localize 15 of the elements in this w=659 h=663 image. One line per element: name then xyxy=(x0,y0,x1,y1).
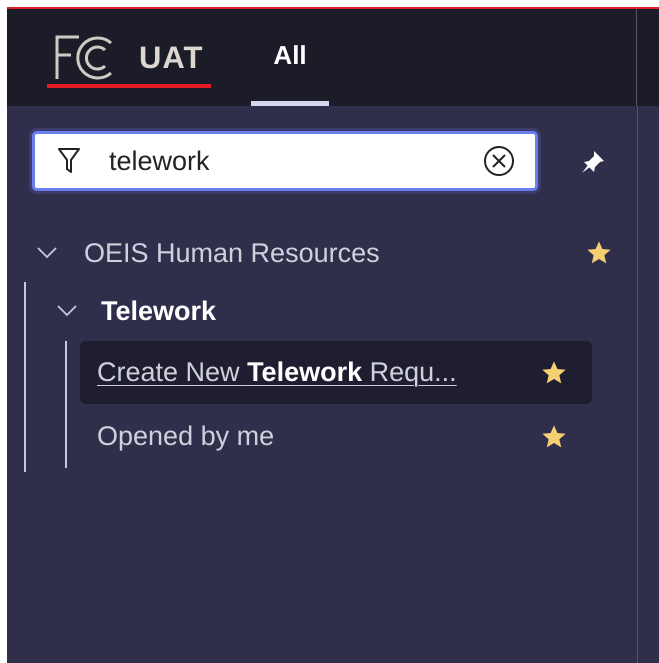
group-label[interactable]: OEIS Human Resources xyxy=(84,238,585,268)
environment-label: UAT xyxy=(139,40,204,76)
clear-button[interactable] xyxy=(483,145,515,177)
tree-item[interactable]: Create New Telework Requ... xyxy=(80,341,592,404)
group-label[interactable]: Telework xyxy=(101,296,592,326)
clear-icon xyxy=(483,145,515,177)
filter-field[interactable]: telework xyxy=(32,131,538,191)
item-label: Opened by me xyxy=(97,421,276,452)
filter-icon xyxy=(57,147,81,175)
filter-input[interactable]: telework xyxy=(107,144,483,178)
chevron-down-icon[interactable] xyxy=(37,247,57,259)
tree-item[interactable]: Opened by me xyxy=(80,405,592,468)
item-label: Create New Telework Requ... xyxy=(97,357,458,388)
chevron-down-icon[interactable] xyxy=(57,305,77,317)
tab[interactable]: All xyxy=(251,9,329,106)
